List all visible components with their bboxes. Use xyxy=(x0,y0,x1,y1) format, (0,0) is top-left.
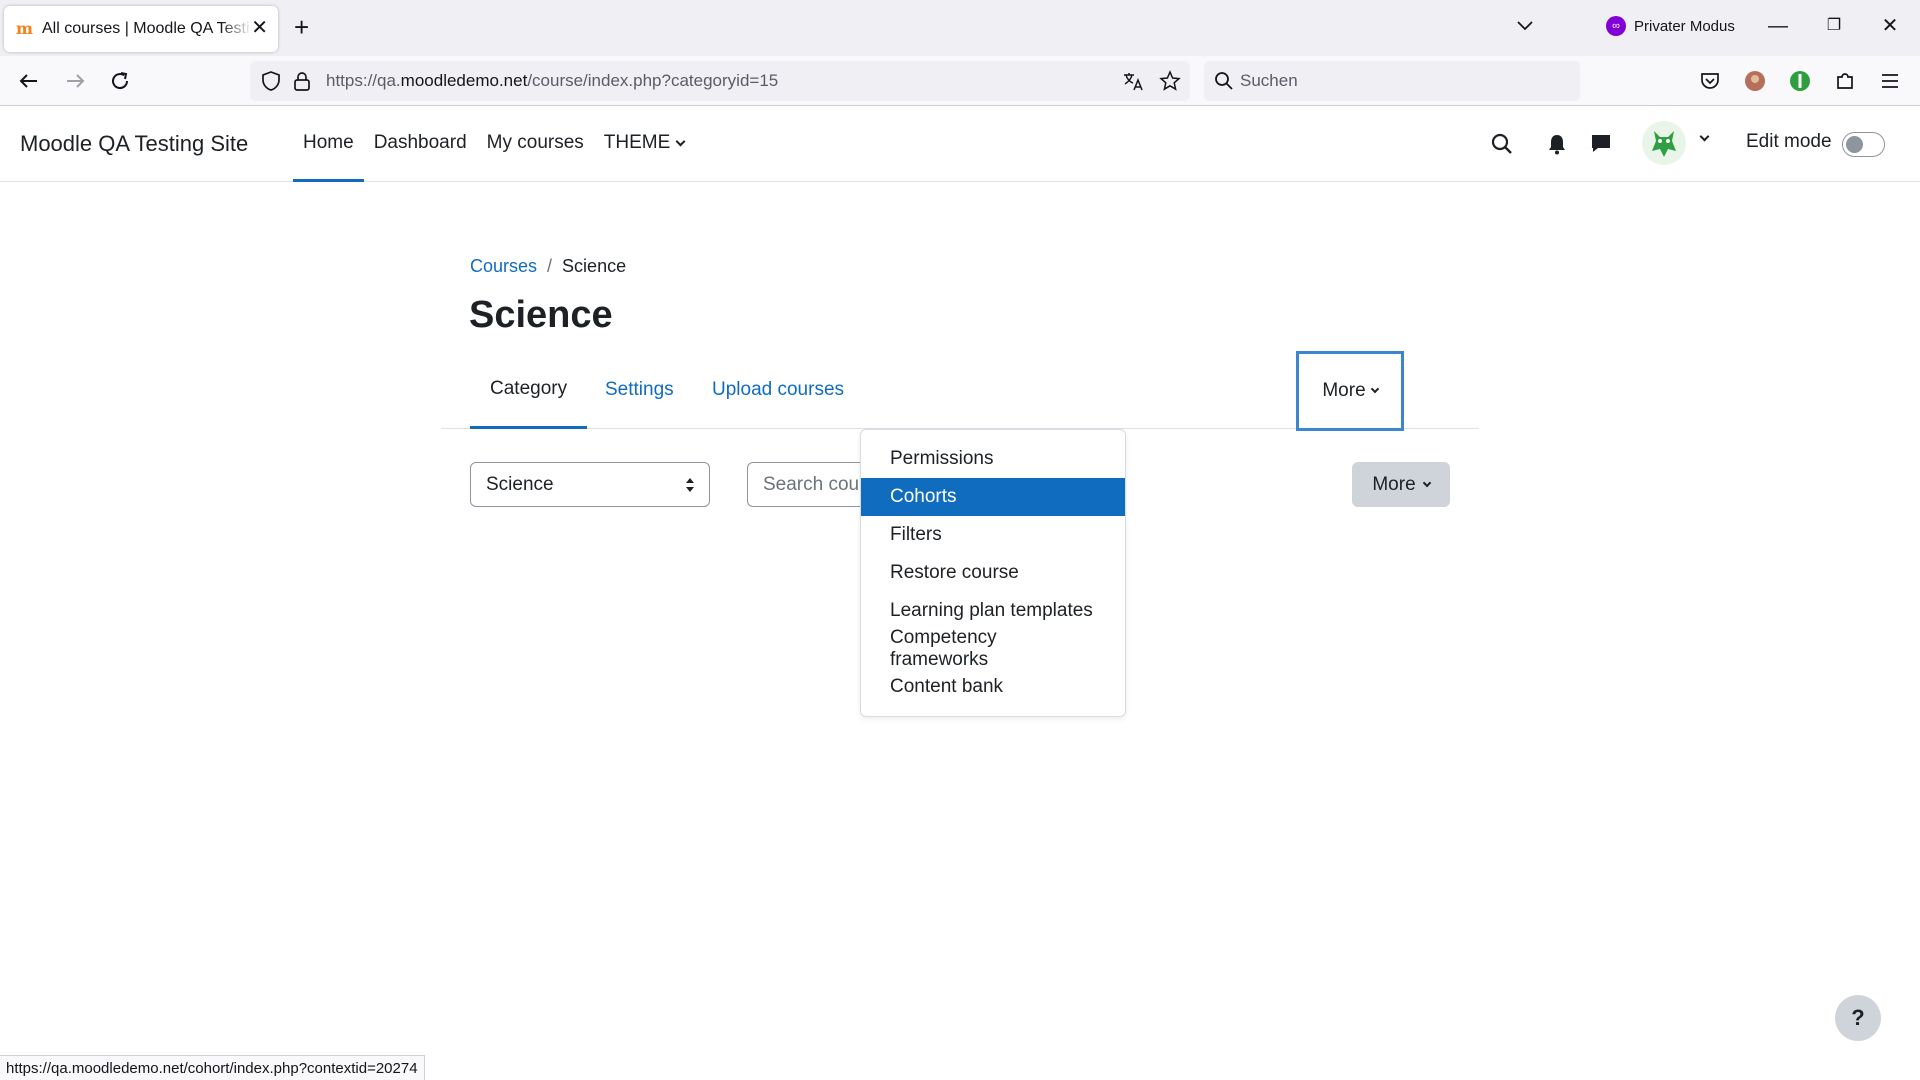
toggle-knob xyxy=(1846,136,1863,153)
site-name[interactable]: Moodle QA Testing Site xyxy=(20,131,248,157)
tab-upload-courses[interactable]: Upload courses xyxy=(692,351,864,429)
private-mode-indicator: ∞ Privater Modus xyxy=(1606,16,1735,36)
url-text[interactable]: https://qa.moodledemo.net/course/index.p… xyxy=(326,71,778,91)
private-mask-icon: ∞ xyxy=(1606,16,1626,36)
moodle-favicon-icon: m xyxy=(16,19,33,38)
breadcrumb-current: Science xyxy=(562,256,627,276)
pocket-icon[interactable] xyxy=(1697,68,1723,94)
nav-theme[interactable]: THEME xyxy=(594,107,695,182)
primary-navigation: Home Dashboard My courses THEME xyxy=(293,107,694,182)
chevron-down-icon xyxy=(675,136,686,146)
search-icon xyxy=(1215,72,1233,90)
minimize-icon[interactable]: — xyxy=(1766,14,1790,38)
menu-item-content-bank[interactable]: Content bank xyxy=(861,668,1125,706)
chevron-down-icon xyxy=(1422,478,1431,487)
category-select[interactable]: Science xyxy=(470,462,710,507)
breadcrumb-separator: / xyxy=(547,256,553,276)
nav-home[interactable]: Home xyxy=(293,107,364,182)
more-dropdown-menu: Permissions Cohorts Filters Restore cour… xyxy=(860,429,1126,717)
extension-green-icon[interactable] xyxy=(1787,68,1813,94)
chevron-down-icon xyxy=(1370,384,1379,394)
page-title: Science xyxy=(469,294,613,336)
breadcrumb: Courses / Science xyxy=(470,256,626,277)
url-bar[interactable]: https://qa.moodledemo.net/course/index.p… xyxy=(250,61,1190,101)
nav-dashboard[interactable]: Dashboard xyxy=(364,107,477,182)
nav-my-courses[interactable]: My courses xyxy=(477,107,594,182)
lock-icon[interactable] xyxy=(292,70,312,92)
select-arrows-icon xyxy=(686,478,694,492)
extension-avatar-icon[interactable] xyxy=(1742,68,1768,94)
course-search-placeholder: Search cour xyxy=(763,473,866,495)
secondary-navigation: Category Settings Upload courses More xyxy=(441,351,1479,431)
browser-search-bar[interactable]: Suchen xyxy=(1204,61,1580,101)
translate-icon[interactable] xyxy=(1122,70,1144,92)
url-path: /course/index.php?categoryid=15 xyxy=(527,71,779,90)
messages-icon[interactable] xyxy=(1589,132,1613,156)
tab-settings[interactable]: Settings xyxy=(585,351,694,429)
avatar[interactable] xyxy=(1642,121,1686,165)
url-host: moodledemo.net xyxy=(400,71,528,90)
browser-tab[interactable]: m All courses | Moodle QA Testing Site ✕ xyxy=(4,6,278,52)
extensions-puzzle-icon[interactable] xyxy=(1832,68,1858,94)
more-actions-button[interactable]: More xyxy=(1352,462,1450,507)
menu-item-cohorts[interactable]: Cohorts xyxy=(861,478,1125,516)
private-mode-label: Privater Modus xyxy=(1634,17,1735,35)
tab-title: All courses | Moodle QA Testing Site xyxy=(42,20,252,37)
back-arrow-icon[interactable] xyxy=(16,68,42,94)
reload-icon[interactable] xyxy=(107,68,133,94)
shield-icon[interactable] xyxy=(260,70,282,92)
edit-mode-toggle[interactable] xyxy=(1842,132,1885,157)
new-tab-icon[interactable]: + xyxy=(294,14,309,40)
help-button[interactable]: ? xyxy=(1835,995,1881,1041)
tab-more-label: More xyxy=(1322,380,1366,401)
browser-tabbar: m All courses | Moodle QA Testing Site ✕… xyxy=(0,0,1920,56)
menu-hamburger-icon[interactable] xyxy=(1877,68,1903,94)
notification-bell-icon[interactable] xyxy=(1546,132,1568,156)
tab-category[interactable]: Category xyxy=(470,351,588,429)
more-actions-label: More xyxy=(1372,473,1416,495)
menu-item-permissions[interactable]: Permissions xyxy=(861,440,1125,478)
menu-item-competency-frameworks[interactable]: Competency frameworks xyxy=(861,627,1125,670)
browser-search-placeholder: Suchen xyxy=(1240,71,1298,90)
menu-item-restore-course[interactable]: Restore course xyxy=(861,554,1125,592)
forward-arrow-icon[interactable] xyxy=(62,68,88,94)
category-select-value: Science xyxy=(486,473,554,495)
nav-theme-label: THEME xyxy=(603,132,671,153)
moodle-header: Moodle QA Testing Site Home Dashboard My… xyxy=(0,107,1920,182)
user-menu-chevron-icon[interactable] xyxy=(1699,131,1710,142)
menu-item-filters[interactable]: Filters xyxy=(861,516,1125,554)
user-avatar-icon xyxy=(1652,131,1676,157)
browser-navbar: https://qa.moodledemo.net/course/index.p… xyxy=(0,56,1920,106)
search-icon[interactable] xyxy=(1490,132,1514,156)
edit-mode-label: Edit mode xyxy=(1746,131,1832,152)
menu-item-learning-plan-templates[interactable]: Learning plan templates xyxy=(861,592,1125,630)
breadcrumb-courses[interactable]: Courses xyxy=(470,256,537,277)
status-url: https://qa.moodledemo.net/cohort/index.p… xyxy=(0,1055,425,1080)
close-window-icon[interactable]: ✕ xyxy=(1878,14,1902,38)
restore-icon[interactable]: ❐ xyxy=(1822,14,1846,38)
bookmark-star-icon[interactable] xyxy=(1159,70,1181,92)
close-tab-icon[interactable]: ✕ xyxy=(251,18,268,38)
url-prefix: https://qa. xyxy=(326,71,401,90)
tab-list-chevron-icon[interactable] xyxy=(1514,14,1536,36)
tab-more[interactable]: More xyxy=(1296,351,1404,431)
